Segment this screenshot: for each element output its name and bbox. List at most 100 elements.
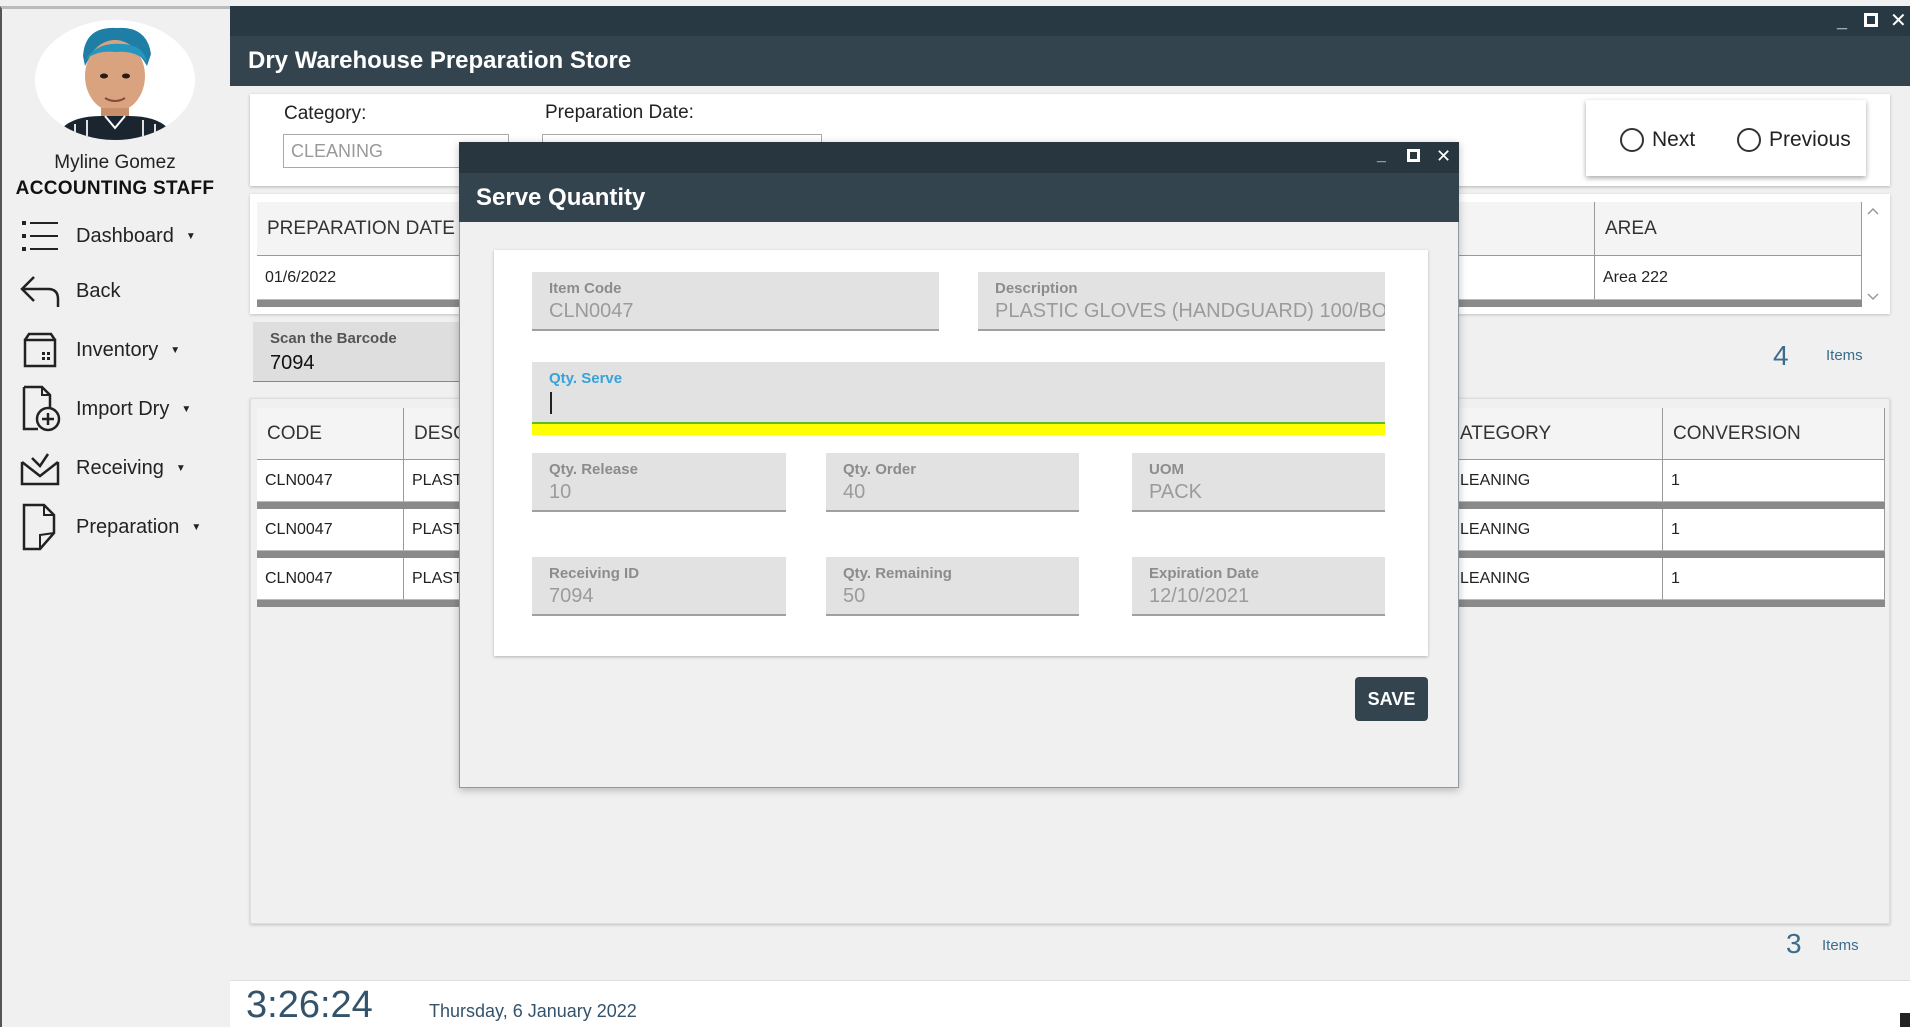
- grid-cell: PLASTI(: [404, 558, 464, 600]
- minimize-button[interactable]: _: [1837, 12, 1847, 30]
- grid-cell: 1: [1663, 509, 1885, 551]
- qty-order-label: Qty. Order: [843, 461, 917, 478]
- item-count-label: Items: [1822, 937, 1859, 954]
- expiration-date-value: 12/10/2021: [1149, 585, 1250, 607]
- radio-circle: [1737, 128, 1761, 152]
- avatar: [35, 20, 195, 140]
- clock: 3:26:24: [246, 984, 373, 1026]
- next-label: Next: [1652, 128, 1696, 151]
- add-document-icon: [16, 385, 64, 433]
- caret-down-icon: ▼: [191, 521, 202, 533]
- grid-cell[interactable]: 01/6/2022: [257, 256, 467, 300]
- qty-remaining-label: Qty. Remaining: [843, 565, 952, 582]
- sidebar-item-dashboard[interactable]: Dashboard ▼: [16, 210, 221, 262]
- app-root: Myline Gomez ACCOUNTING STAFF Dashboard …: [0, 0, 1910, 1027]
- dialog-close-button[interactable]: ✕: [1436, 147, 1451, 165]
- sidebar-item-import-dry[interactable]: Import Dry ▼: [16, 383, 221, 435]
- grid-cell: 1: [1663, 558, 1885, 600]
- column-header[interactable]: DESC: [404, 408, 464, 460]
- dialog-title: Serve Quantity: [476, 184, 646, 211]
- sidebar-item-preparation[interactable]: Preparation ▼: [16, 501, 221, 553]
- previous-radio[interactable]: Previous: [1737, 128, 1851, 152]
- barcode-value: 7094: [270, 352, 315, 374]
- title-bar: [230, 6, 1910, 36]
- sidebar-item-inventory[interactable]: Inventory ▼: [16, 324, 221, 376]
- qty-serve-label: Qty. Serve: [549, 370, 623, 387]
- row-separator: [1459, 551, 1885, 558]
- column-header: [1459, 202, 1595, 256]
- grid-cell: LEANING: [1459, 509, 1663, 551]
- save-button[interactable]: SAVE: [1355, 677, 1428, 721]
- user-name: Myline Gomez: [54, 152, 176, 173]
- user-role: ACCOUNTING STAFF: [15, 178, 215, 199]
- receiving-id-value: 7094: [549, 585, 594, 607]
- back-arrow-icon: [16, 267, 64, 315]
- next-radio[interactable]: Next: [1620, 128, 1695, 152]
- column-header[interactable]: CONVERSION: [1663, 408, 1885, 460]
- category-label: Category:: [284, 103, 367, 124]
- row-separator: [1459, 600, 1885, 607]
- item-count-label: Items: [1826, 347, 1863, 364]
- qty-order-field[interactable]: Qty. Order 40: [826, 453, 1079, 512]
- dialog-minimize-button[interactable]: _: [1377, 147, 1386, 165]
- expiration-date-label: Expiration Date: [1149, 565, 1260, 582]
- caret-down-icon: ▼: [185, 230, 196, 242]
- maximize-button[interactable]: [1864, 13, 1878, 27]
- row-separator: [257, 600, 464, 607]
- focus-underline: [532, 422, 1385, 435]
- close-button[interactable]: ✕: [1890, 11, 1907, 31]
- column-header[interactable]: ATEGORY: [1459, 408, 1663, 460]
- row-separator: [257, 300, 467, 307]
- grid-cell: [1459, 256, 1595, 300]
- current-date: Thursday, 6 January 2022: [429, 1001, 637, 1021]
- preparation-date-label: Preparation Date:: [545, 102, 694, 123]
- grid-cell: LEANING: [1459, 460, 1663, 502]
- row-separator: [257, 502, 464, 509]
- page-title: Dry Warehouse Preparation Store: [248, 47, 632, 74]
- description-label: Description: [995, 280, 1078, 297]
- description-value: PLASTIC GLOVES (HANDGUARD) 100/BO: [995, 300, 1385, 322]
- column-header[interactable]: AREA: [1595, 202, 1862, 256]
- uom-value: PACK: [1149, 481, 1202, 503]
- qty-remaining-field[interactable]: Qty. Remaining 50: [826, 557, 1079, 616]
- qty-remaining-value: 50: [843, 585, 866, 607]
- dialog-maximize-button[interactable]: [1407, 149, 1420, 162]
- caret-down-icon: ▼: [175, 462, 186, 474]
- item-code-field[interactable]: Item Code CLN0047: [532, 272, 939, 331]
- grid-cell: CLN0047: [257, 558, 404, 600]
- sidebar-item-receiving[interactable]: Receiving ▼: [16, 442, 221, 494]
- qty-serve-input[interactable]: Qty. Serve: [532, 362, 1385, 422]
- item-count: 3: [1786, 928, 1802, 959]
- column-header[interactable]: PREPARATION DATE: [257, 202, 467, 256]
- grid-cell: LEANING: [1459, 558, 1663, 600]
- barcode-label: Scan the Barcode: [270, 330, 397, 347]
- inventory-box-icon: [16, 326, 64, 374]
- row-separator: [1459, 502, 1885, 509]
- dialog-title-bar: [459, 142, 1459, 173]
- column-header[interactable]: CODE: [257, 408, 404, 460]
- expiration-date-field[interactable]: Expiration Date 12/10/2021: [1132, 557, 1385, 616]
- grid-cell[interactable]: Area 222: [1595, 256, 1862, 300]
- inbox-envelope-icon: [16, 444, 64, 492]
- uom-label: UOM: [1149, 461, 1184, 478]
- resize-grip[interactable]: [1900, 1013, 1910, 1027]
- grid-cell: CLN0047: [257, 460, 404, 502]
- sidebar-item-back[interactable]: Back: [16, 265, 221, 317]
- grid-cell: 1: [1663, 460, 1885, 502]
- receiving-id-label: Receiving ID: [549, 565, 640, 582]
- text-caret: [550, 392, 552, 414]
- item-code-value: CLN0047: [549, 300, 634, 322]
- uom-field[interactable]: UOM PACK: [1132, 453, 1385, 512]
- item-code-label: Item Code: [549, 280, 622, 297]
- qty-release-label: Qty. Release: [549, 461, 638, 478]
- receiving-id-field[interactable]: Receiving ID 7094: [532, 557, 786, 616]
- sidebar-item-label: Inventory: [76, 338, 159, 361]
- caret-down-icon: ▼: [170, 344, 181, 356]
- qty-release-value: 10: [549, 481, 572, 503]
- grid-cell: CLN0047: [257, 509, 404, 551]
- description-field[interactable]: Description PLASTIC GLOVES (HANDGUARD) 1…: [978, 272, 1385, 331]
- qty-release-field[interactable]: Qty. Release 10: [532, 453, 786, 512]
- row-separator: [1459, 300, 1862, 307]
- previous-label: Previous: [1769, 128, 1851, 151]
- vertical-scrollbar[interactable]: [1862, 202, 1884, 306]
